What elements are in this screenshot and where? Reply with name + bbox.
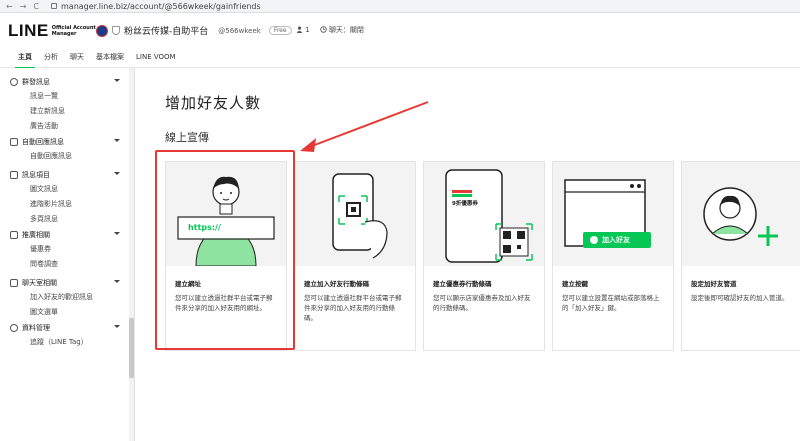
annotation-arrow bbox=[300, 101, 429, 152]
